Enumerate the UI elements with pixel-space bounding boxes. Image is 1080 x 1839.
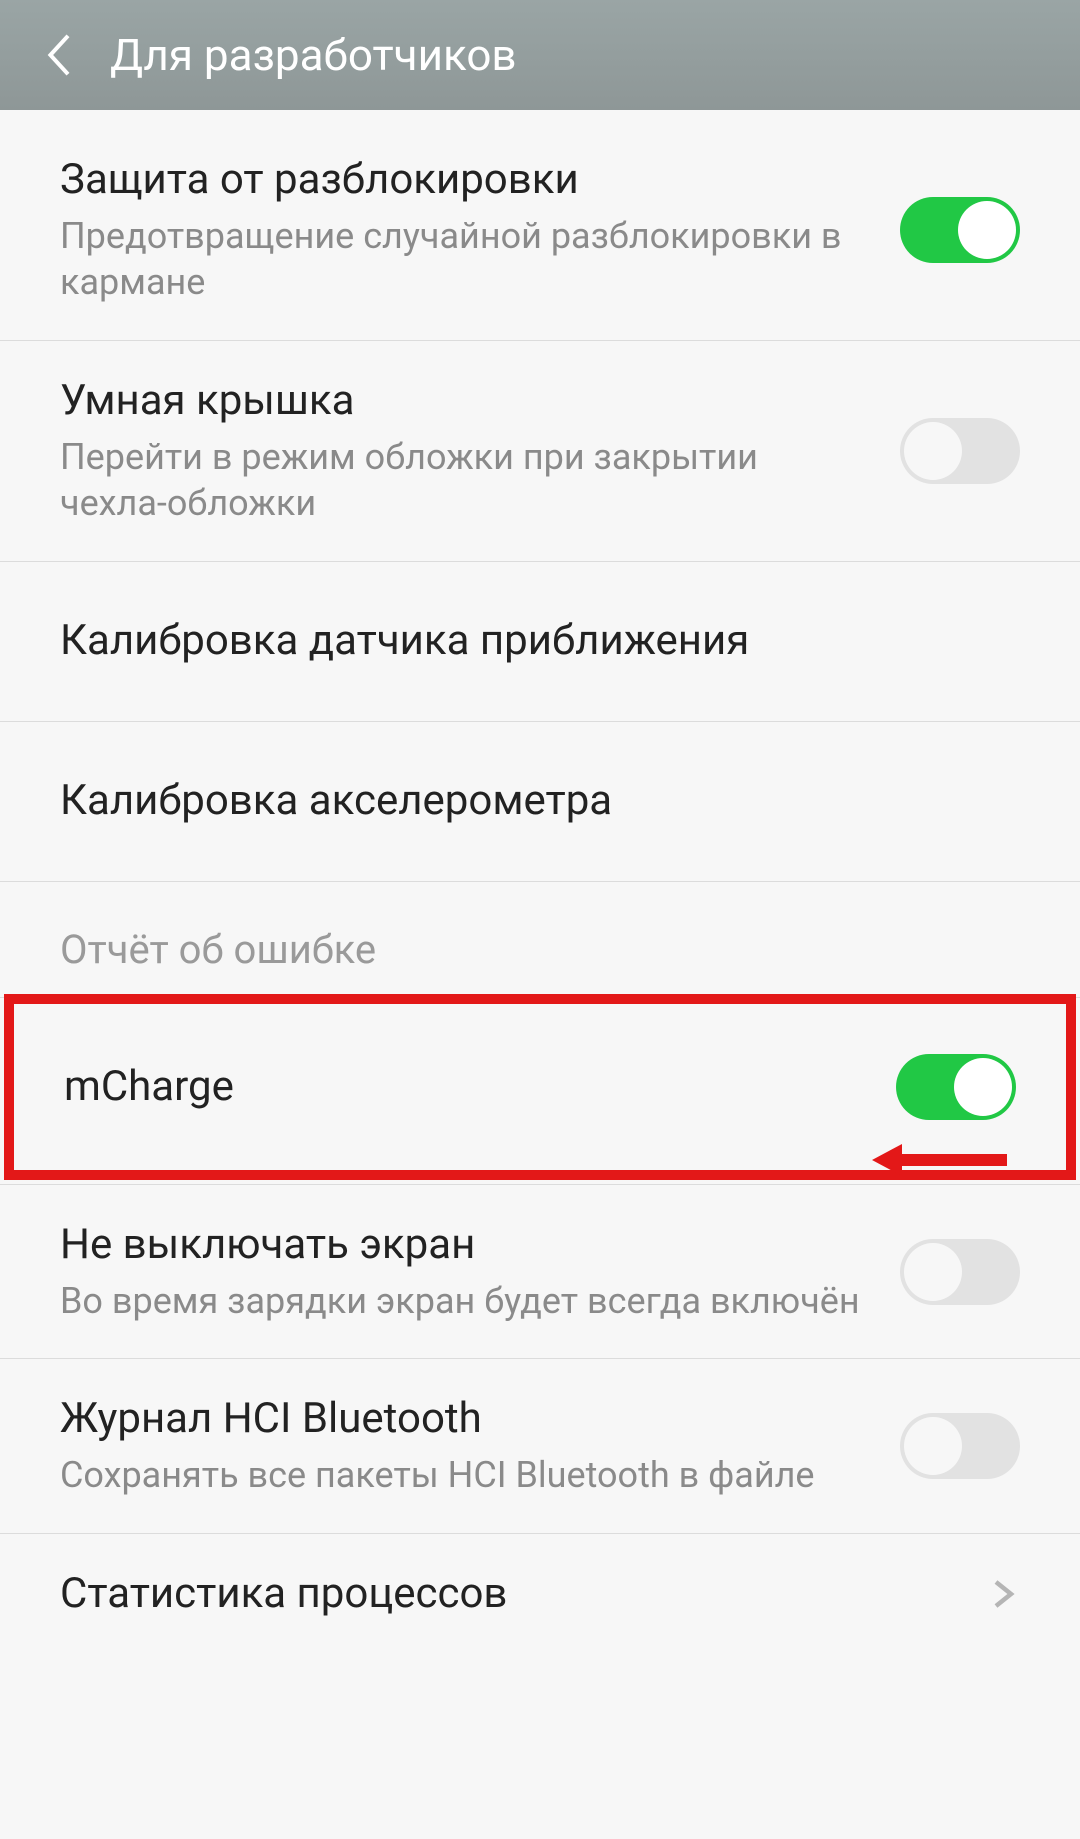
row-hci-bluetooth-log[interactable]: Журнал HCI Bluetooth Сохранять все пакет… (0, 1359, 1080, 1533)
toggle-knob-icon (958, 201, 1016, 259)
toggle-knob-icon (904, 422, 962, 480)
chevron-left-icon (44, 31, 76, 79)
row-subtitle: Сохранять все пакеты HCI Bluetooth в фай… (60, 1452, 870, 1499)
row-title: Статистика процессов (60, 1568, 954, 1621)
row-process-stats[interactable]: Статистика процессов (0, 1534, 1080, 1655)
row-subtitle: Предотвращение случайной разблокировки в… (60, 213, 870, 307)
row-title: mCharge (64, 1061, 866, 1114)
toggle-hci-log[interactable] (900, 1413, 1020, 1479)
row-stay-awake[interactable]: Не выключать экран Во время зарядки экра… (0, 1184, 1080, 1359)
toggle-knob-icon (904, 1243, 962, 1301)
settings-list: Защита от разблокировки Предотвращение с… (0, 110, 1080, 1654)
row-title: Защита от разблокировки (60, 154, 870, 207)
row-unlock-protection[interactable]: Защита от разблокировки Предотвращение с… (0, 120, 1080, 341)
row-title: Умная крышка (60, 375, 870, 428)
toggle-knob-icon (954, 1058, 1012, 1116)
page-title: Для разработчиков (110, 29, 517, 81)
toggle-knob-icon (904, 1417, 962, 1475)
back-button[interactable] (30, 25, 90, 85)
row-title: Калибровка датчика приближения (60, 615, 990, 668)
toggle-stay-awake[interactable] (900, 1239, 1020, 1305)
row-subtitle: Перейти в режим обложки при закрытии чех… (60, 434, 870, 528)
row-title: Калибровка акселерометра (60, 775, 990, 828)
toggle-mcharge[interactable] (896, 1054, 1016, 1120)
toggle-unlock-protection[interactable] (900, 197, 1020, 263)
annotation-arrow-left-icon (872, 1140, 1012, 1180)
row-proximity-calibration[interactable]: Калибровка датчика приближения (0, 562, 1080, 722)
row-subtitle: Во время зарядки экран будет всегда вклю… (60, 1278, 870, 1325)
row-accelerometer-calibration[interactable]: Калибровка акселерометра (0, 722, 1080, 882)
annotation-highlight-box: mCharge (4, 994, 1076, 1180)
row-title: Журнал HCI Bluetooth (60, 1393, 870, 1446)
app-header: Для разработчиков (0, 0, 1080, 110)
toggle-smart-cover[interactable] (900, 418, 1020, 484)
section-header-bugreport: Отчёт об ошибке (0, 882, 1080, 998)
row-title: Не выключать экран (60, 1219, 870, 1272)
row-smart-cover[interactable]: Умная крышка Перейти в режим обложки при… (0, 341, 1080, 562)
chevron-right-icon (984, 1576, 1020, 1612)
